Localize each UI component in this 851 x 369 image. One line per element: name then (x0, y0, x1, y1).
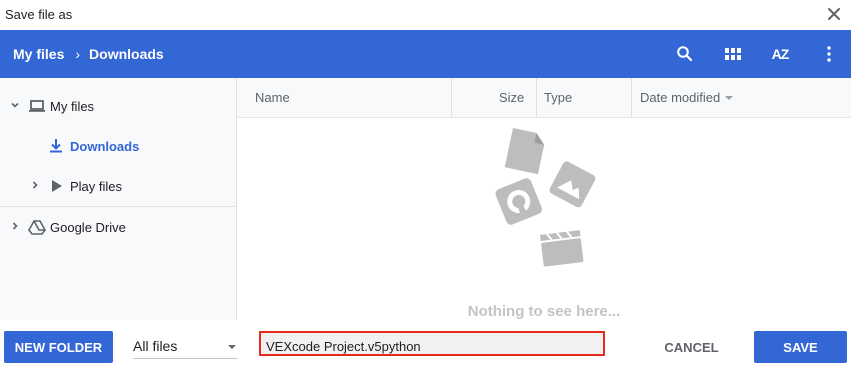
close-icon[interactable] (825, 5, 843, 23)
sort-az-icon: AZ (771, 46, 790, 62)
dialog-footer: NEW FOLDER All files CANCEL SAVE (0, 320, 851, 369)
column-headers: Name Size Type Date modified (237, 78, 851, 118)
column-date-modified[interactable]: Date modified (640, 78, 734, 117)
column-type[interactable]: Type (544, 78, 572, 117)
save-button[interactable]: SAVE (754, 331, 847, 363)
sidebar-item-play-files[interactable]: Play files (0, 166, 236, 206)
laptop-icon (29, 100, 45, 112)
filename-input[interactable] (259, 331, 605, 356)
document-icon (504, 128, 545, 175)
grid-view-icon (725, 48, 741, 60)
dialog-titlebar: Save file as (0, 0, 851, 30)
chevron-down-icon (228, 345, 236, 349)
image-icon (549, 161, 596, 208)
more-options-button[interactable] (817, 42, 841, 66)
sidebar-item-google-drive[interactable]: Google Drive (0, 207, 236, 247)
column-name[interactable]: Name (255, 78, 290, 117)
breadcrumb-my-files[interactable]: My files (13, 46, 64, 62)
column-divider[interactable] (536, 78, 537, 117)
empty-state-message: Nothing to see here... (467, 303, 621, 320)
file-type-filter-value: All files (133, 338, 178, 354)
drive-icon (28, 220, 46, 235)
grid-view-button[interactable] (721, 42, 745, 66)
sidebar-item-label: Play files (70, 178, 123, 194)
sort-button[interactable]: AZ (768, 42, 792, 66)
sidebar-item-label: My files (50, 98, 95, 114)
sidebar-item-label: Downloads (70, 138, 140, 154)
search-button[interactable] (673, 42, 697, 66)
sidebar-item-downloads[interactable]: Downloads (0, 126, 236, 166)
download-icon (50, 139, 62, 153)
header-bar: My files › Downloads AZ (0, 30, 851, 78)
search-icon (677, 46, 693, 62)
file-list: Name Size Type Date modified Nothing to … (237, 78, 851, 320)
breadcrumb-downloads[interactable]: Downloads (89, 46, 164, 62)
column-size[interactable]: Size (499, 78, 524, 117)
sidebar-item-label: Google Drive (50, 219, 126, 235)
video-icon (540, 230, 584, 267)
cancel-button[interactable]: CANCEL (655, 334, 728, 360)
dialog-title: Save file as (5, 7, 73, 22)
column-divider[interactable] (631, 78, 632, 117)
sort-descending-icon (725, 95, 734, 100)
app-icon (495, 178, 542, 225)
sidebar-item-my-files[interactable]: My files (0, 86, 236, 126)
chevron-right-icon[interactable] (30, 180, 40, 193)
new-folder-button[interactable]: NEW FOLDER (4, 331, 113, 363)
file-type-filter[interactable]: All files (133, 334, 238, 359)
sidebar: My files Downloads Play files Google Dri… (0, 78, 237, 320)
play-icon (52, 180, 62, 192)
breadcrumb: My files › Downloads (13, 46, 164, 62)
chevron-right-icon[interactable] (10, 221, 20, 234)
chevron-down-icon[interactable] (10, 100, 20, 113)
breadcrumb-separator: › (75, 46, 81, 62)
column-divider[interactable] (451, 78, 452, 117)
empty-folder-illustration (495, 128, 596, 267)
more-vert-icon (827, 46, 831, 62)
